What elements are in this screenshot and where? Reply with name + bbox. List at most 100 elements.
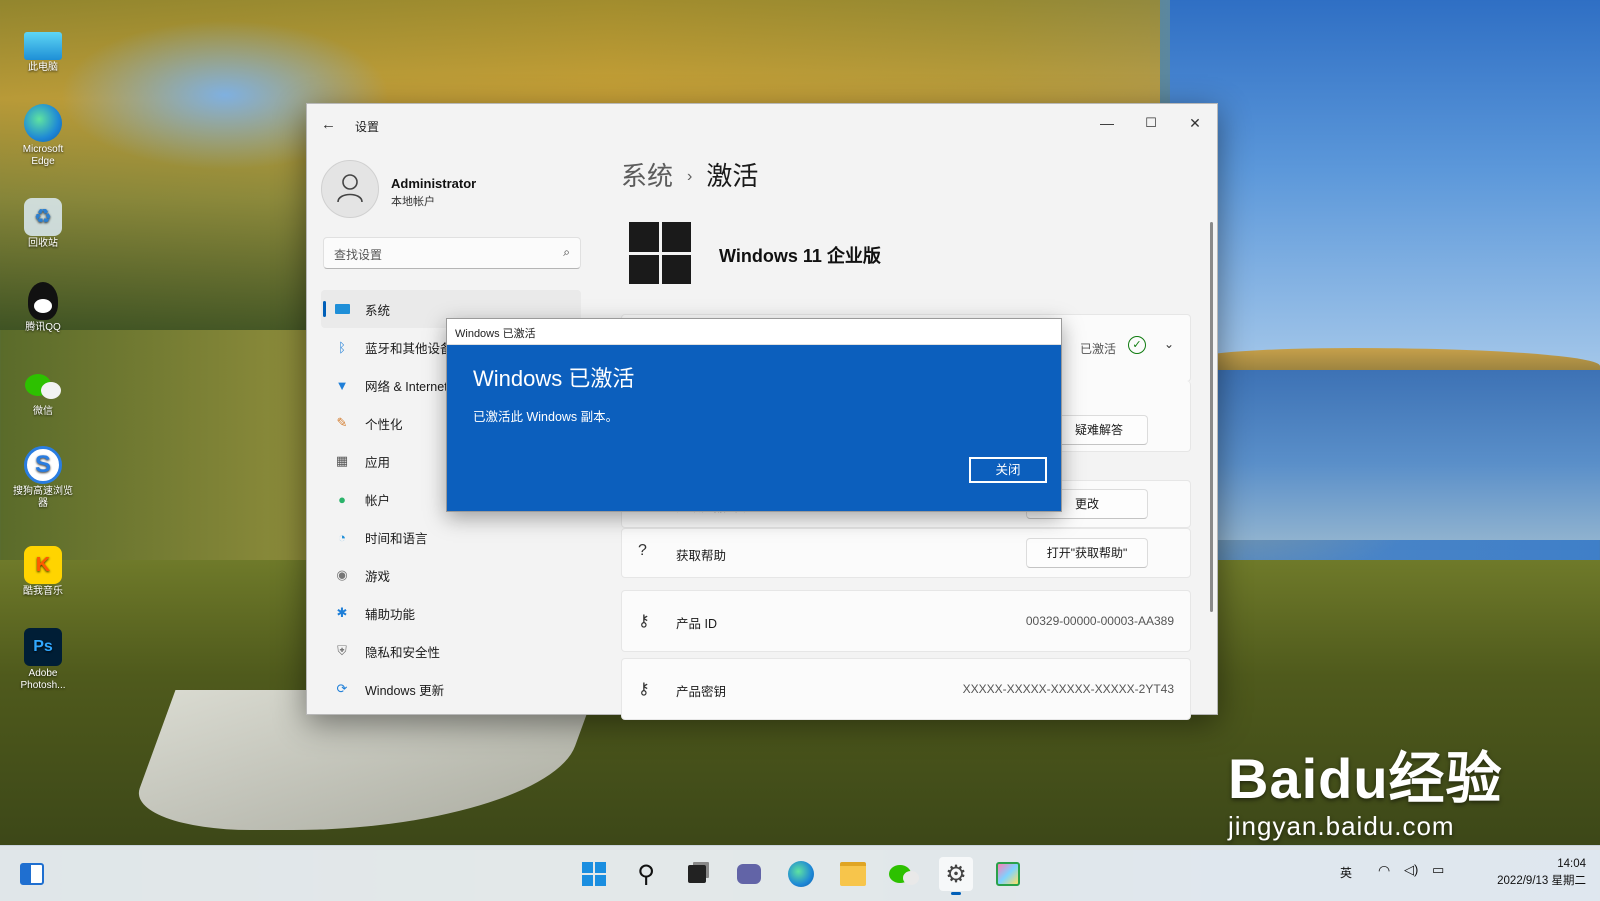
watermark-main: Baidu经验 — [1228, 747, 1503, 810]
sidebar-item-accessibility[interactable]: ✱ 辅助功能 — [321, 594, 581, 632]
dialog-title-bar: Windows 已激活 — [447, 319, 1061, 345]
desktop-icon-label: 微信 — [33, 406, 53, 417]
paint-icon[interactable] — [991, 857, 1025, 891]
check-circle-icon: ✓ — [1128, 336, 1146, 354]
ime-indicator[interactable]: 英 — [1340, 864, 1352, 884]
product-key-card: ⚷ 产品密钥 XXXXX-XXXXX-XXXXX-XXXXX-2YT43 — [621, 658, 1191, 720]
time-language-icon: ◔ — [338, 529, 346, 545]
photoshop-icon: Ps — [24, 628, 62, 666]
chevron-right-icon: › — [687, 168, 693, 185]
help-icon: ? — [638, 542, 647, 559]
window-title: 设置 — [355, 120, 380, 134]
dialog-close-button[interactable]: 关闭 — [968, 456, 1048, 484]
get-help-label: 获取帮助 — [676, 549, 727, 563]
close-window-button[interactable]: ✕ — [1173, 110, 1217, 136]
scrollbar[interactable] — [1210, 222, 1213, 612]
minimize-button[interactable]: — — [1085, 110, 1129, 136]
troubleshoot-button[interactable]: 疑难解答 — [1050, 415, 1148, 445]
edition-name: Windows 11 企业版 — [719, 246, 881, 266]
search-icon[interactable]: ⚲ — [629, 857, 663, 891]
chevron-down-icon[interactable]: ⌄ — [1164, 337, 1174, 351]
sidebar-item-windows-update[interactable]: ⟳ Windows 更新 — [321, 670, 581, 708]
watermark-url: jingyan.baidu.com — [1228, 811, 1455, 841]
personalize-icon: ✎ — [336, 415, 348, 430]
desktop-icon-recycle-bin[interactable]: ♻ 回收站 — [10, 198, 76, 250]
active-indicator — [951, 892, 961, 895]
widgets-icon[interactable] — [15, 857, 49, 891]
dialog-title: Windows 已激活 — [455, 328, 536, 340]
product-id-card: ⚷ 产品 ID 00329-00000-00003-AA389 — [621, 590, 1191, 652]
product-id-value: 00329-00000-00003-AA389 — [1025, 614, 1174, 628]
desktop-icon-label: 回收站 — [28, 238, 58, 249]
key-icon: ⚷ — [638, 681, 650, 698]
desktop-icon-label: 搜狗高速浏览器 — [13, 486, 73, 509]
sidebar-item-label: Windows 更新 — [365, 683, 445, 698]
sidebar-item-label: 游戏 — [365, 569, 391, 584]
sidebar-item-gaming[interactable]: ◉ 游戏 — [321, 556, 581, 594]
product-key-value: XXXXX-XXXXX-XXXXX-XXXXX-2YT43 — [962, 682, 1174, 696]
start-icon[interactable] — [577, 857, 611, 891]
back-arrow-icon[interactable]: ← — [321, 116, 337, 133]
edge-icon[interactable] — [784, 857, 818, 891]
clock[interactable]: 14:04 2022/9/13 星期二 — [1497, 856, 1586, 890]
activation-status: 已激活 — [1079, 342, 1116, 356]
sidebar-item-label: 隐私和安全性 — [365, 645, 441, 660]
sidebar-item-label: 应用 — [365, 455, 391, 470]
sogou-browser-icon: S — [24, 446, 62, 484]
sidebar-item-label: 时间和语言 — [365, 531, 428, 546]
clock-date: 2022/9/13 星期二 — [1497, 875, 1586, 887]
maximize-button[interactable]: ☐ — [1129, 110, 1173, 136]
activation-dialog: Windows 已激活 Windows 已激活 已激活此 Windows 副本。… — [446, 318, 1062, 512]
apps-icon: ▦ — [335, 453, 349, 468]
dialog-message: 已激活此 Windows 副本。 — [473, 410, 619, 424]
gaming-icon: ◉ — [336, 567, 348, 582]
taskbar: ⚲ ⚙ 英 ◠ ◁) ▭ 14:04 2022/9/13 星期二 — [0, 845, 1600, 901]
qq-icon — [28, 282, 58, 320]
sidebar-item-time-language[interactable]: ◔ 时间和语言 — [321, 518, 581, 556]
windows-update-icon: ⟳ — [336, 681, 348, 696]
accessibility-icon: ✱ — [336, 605, 348, 620]
desktop-icon-label: 腾讯QQ — [25, 322, 61, 333]
sidebar-item-label: 帐户 — [365, 493, 391, 508]
sidebar-item-privacy[interactable]: ⛨ 隐私和安全性 — [321, 632, 581, 670]
user-profile[interactable]: Administrator 本地帐户 — [321, 160, 581, 218]
desktop-icon-wechat[interactable]: 微信 — [10, 366, 76, 418]
desktop-icon-label: Adobe Photosh... — [20, 668, 66, 691]
user-name: Administrator — [391, 176, 477, 191]
file-explorer-icon[interactable] — [836, 857, 870, 891]
battery-icon[interactable]: ▭ — [1432, 862, 1444, 882]
breadcrumb: 系统 › 激活 — [621, 156, 758, 193]
desktop-icon-kuwo[interactable]: K 酷我音乐 — [10, 546, 76, 598]
desktop-icon-computer[interactable]: 此电脑 — [10, 28, 76, 74]
volume-icon[interactable]: ◁) — [1404, 862, 1418, 882]
desktop-icon-sogou[interactable]: S 搜狗高速浏览器 — [10, 446, 76, 510]
system-icon — [333, 300, 351, 318]
desktop-icon-label: Microsoft Edge — [22, 144, 64, 167]
product-id-label: 产品 ID — [676, 617, 717, 631]
task-view-icon[interactable] — [680, 857, 714, 891]
wallpaper-sky — [1170, 0, 1600, 380]
open-get-help-button[interactable]: 打开"获取帮助" — [1026, 538, 1148, 568]
wechat-icon[interactable] — [887, 857, 921, 891]
shield-icon: ⛨ — [337, 643, 347, 658]
search-settings-input[interactable]: 查找设置 ⌕ — [323, 237, 581, 269]
search-placeholder: 查找设置 — [334, 248, 383, 262]
breadcrumb-parent[interactable]: 系统 — [621, 161, 673, 191]
key-icon: ⚷ — [638, 613, 650, 630]
title-bar: ← 设置 — ☐ ✕ — [307, 104, 1217, 144]
kuwo-music-icon: K — [24, 546, 62, 584]
edge-icon — [24, 104, 62, 142]
desktop-icon-qq[interactable]: 腾讯QQ — [10, 282, 76, 334]
sidebar-item-label: 辅助功能 — [365, 607, 416, 622]
user-avatar-icon — [337, 174, 363, 203]
settings-icon[interactable]: ⚙ — [939, 857, 973, 895]
desktop-icon-edge[interactable]: Microsoft Edge — [10, 104, 76, 168]
sidebar-item-label: 蓝牙和其他设备 — [365, 341, 453, 356]
sidebar-item-label: 系统 — [365, 303, 391, 318]
chat-icon[interactable] — [732, 857, 766, 891]
desktop-icon-label: 此电脑 — [28, 62, 58, 73]
wifi-icon[interactable]: ◠ — [1378, 862, 1390, 882]
avatar — [321, 160, 379, 218]
product-key-label: 产品密钥 — [676, 685, 727, 699]
desktop-icon-photoshop[interactable]: Ps Adobe Photosh... — [10, 628, 76, 692]
